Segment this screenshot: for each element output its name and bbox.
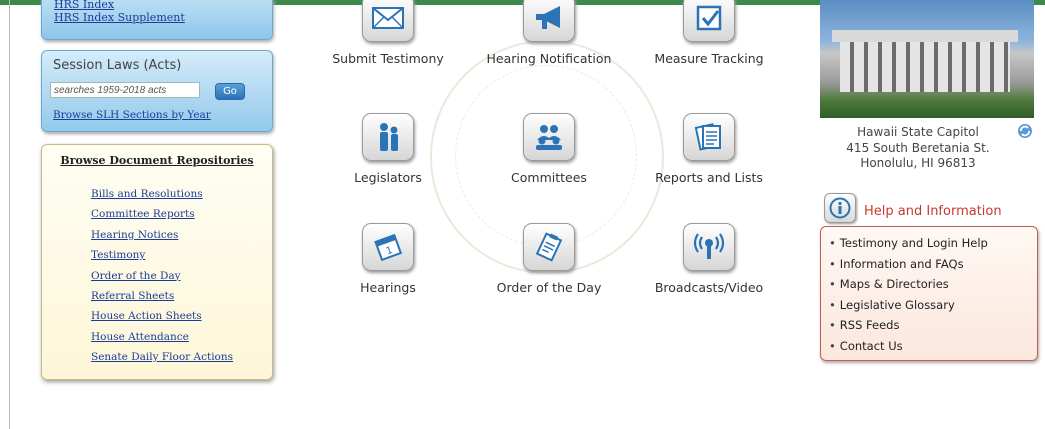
repo-link-hearing-notices[interactable]: Hearing Notices — [91, 229, 178, 241]
megaphone-icon[interactable] — [523, 0, 575, 42]
broadcast-icon[interactable] — [683, 223, 735, 271]
capitol-address: Hawaii State Capitol 415 South Beretania… — [828, 125, 1008, 172]
hrs-index-link[interactable]: HRS Index — [54, 0, 114, 11]
tile-label: Legislators — [354, 170, 422, 185]
page-left-border — [9, 0, 10, 429]
browse-slh-link[interactable]: Browse SLH Sections by Year — [53, 109, 211, 121]
tile-label: Broadcasts/Video — [654, 280, 764, 295]
help-link-testimony-login[interactable]: Testimony and Login Help — [840, 236, 988, 250]
tile-label: Order of the Day — [496, 280, 602, 295]
tile-reports-and-lists[interactable]: Reports and Lists — [644, 113, 774, 185]
repo-link-house-action-sheets[interactable]: House Action Sheets — [91, 310, 202, 322]
session-laws-title: Session Laws (Acts) — [53, 58, 182, 73]
repo-link-house-attendance[interactable]: House Attendance — [91, 331, 189, 343]
tile-label: Hearing Notification — [486, 51, 612, 66]
capitol-columns — [840, 42, 1010, 92]
tile-label: Hearings — [360, 280, 416, 295]
repo-link-order-of-day[interactable]: Order of the Day — [91, 270, 181, 282]
repo-link-senate-floor-actions[interactable]: Senate Daily Floor Actions — [91, 351, 233, 363]
refresh-icon[interactable] — [1017, 123, 1033, 139]
repositories-list: Bills and Resolutions Committee Reports … — [91, 187, 233, 371]
help-list: • Testimony and Login Help • Information a… — [829, 233, 988, 356]
tile-hearings[interactable]: 1 Hearings — [323, 223, 453, 295]
bullet: • — [829, 338, 836, 353]
repo-link-testimony[interactable]: Testimony — [91, 249, 145, 261]
help-title: Help and Information — [864, 204, 1002, 219]
tile-label: Committees — [511, 170, 587, 185]
session-laws-search-input[interactable]: searches 1959-2018 acts — [50, 82, 200, 98]
calendar-icon[interactable]: 1 — [362, 223, 414, 271]
envelope-icon[interactable] — [362, 0, 414, 42]
tile-label: Measure Tracking — [654, 51, 764, 66]
help-links-box: • Testimony and Login Help • Information a… — [820, 226, 1038, 361]
help-link-contact[interactable]: Contact Us — [840, 339, 903, 353]
repo-link-committee-reports[interactable]: Committee Reports — [91, 208, 195, 220]
checkbox-icon[interactable] — [683, 0, 735, 42]
info-icon — [824, 193, 856, 223]
hrs-index-supplement-link[interactable]: HRS Index Supplement — [54, 11, 185, 24]
session-laws-box: Session Laws (Acts) searches 1959-2018 a… — [41, 50, 273, 132]
document-repositories-box: Browse Document Repositories Bills and R… — [41, 144, 273, 380]
people-icon[interactable] — [362, 113, 414, 161]
tile-submit-testimony[interactable]: Submit Testimony — [323, 0, 453, 66]
bullet: • — [829, 297, 836, 312]
clipboard-icon[interactable] — [523, 223, 575, 271]
help-link-glossary[interactable]: Legislative Glossary — [840, 298, 955, 312]
tile-measure-tracking[interactable]: Measure Tracking — [644, 0, 774, 66]
tile-hearing-notification[interactable]: Hearing Notification — [484, 0, 614, 66]
bullet: • — [829, 318, 836, 332]
repositories-title[interactable]: Browse Document Repositories — [42, 154, 272, 167]
hrs-box: HRS Index HRS Index Supplement — [41, 0, 273, 40]
tile-label: Reports and Lists — [655, 170, 763, 185]
bullet: • — [829, 256, 836, 271]
tile-committees[interactable]: Committees — [484, 113, 614, 185]
address-line-1: Hawaii State Capitol — [857, 125, 979, 139]
tile-legislators[interactable]: Legislators — [323, 113, 453, 185]
documents-icon[interactable] — [683, 113, 735, 161]
repo-link-referral-sheets[interactable]: Referral Sheets — [91, 290, 174, 302]
capitol-roof — [832, 30, 1018, 42]
tile-label: Submit Testimony — [332, 51, 444, 66]
capitol-photo[interactable] — [820, 0, 1034, 118]
group-icon[interactable] — [523, 113, 575, 161]
tile-broadcasts-video[interactable]: Broadcasts/Video — [644, 223, 774, 295]
bullet: • — [829, 236, 836, 250]
help-link-maps-directories[interactable]: Maps & Directories — [840, 277, 949, 291]
address-line-2: 415 South Beretania St. — [846, 140, 990, 155]
help-link-info-faqs[interactable]: Information and FAQs — [840, 257, 964, 271]
repo-link-bills[interactable]: Bills and Resolutions — [91, 188, 203, 200]
tile-order-of-the-day[interactable]: Order of the Day — [484, 223, 614, 295]
go-button[interactable]: Go — [215, 83, 245, 100]
address-line-3: Honolulu, HI 96813 — [860, 156, 976, 170]
help-link-rss[interactable]: RSS Feeds — [840, 318, 900, 332]
bullet: • — [829, 277, 836, 291]
